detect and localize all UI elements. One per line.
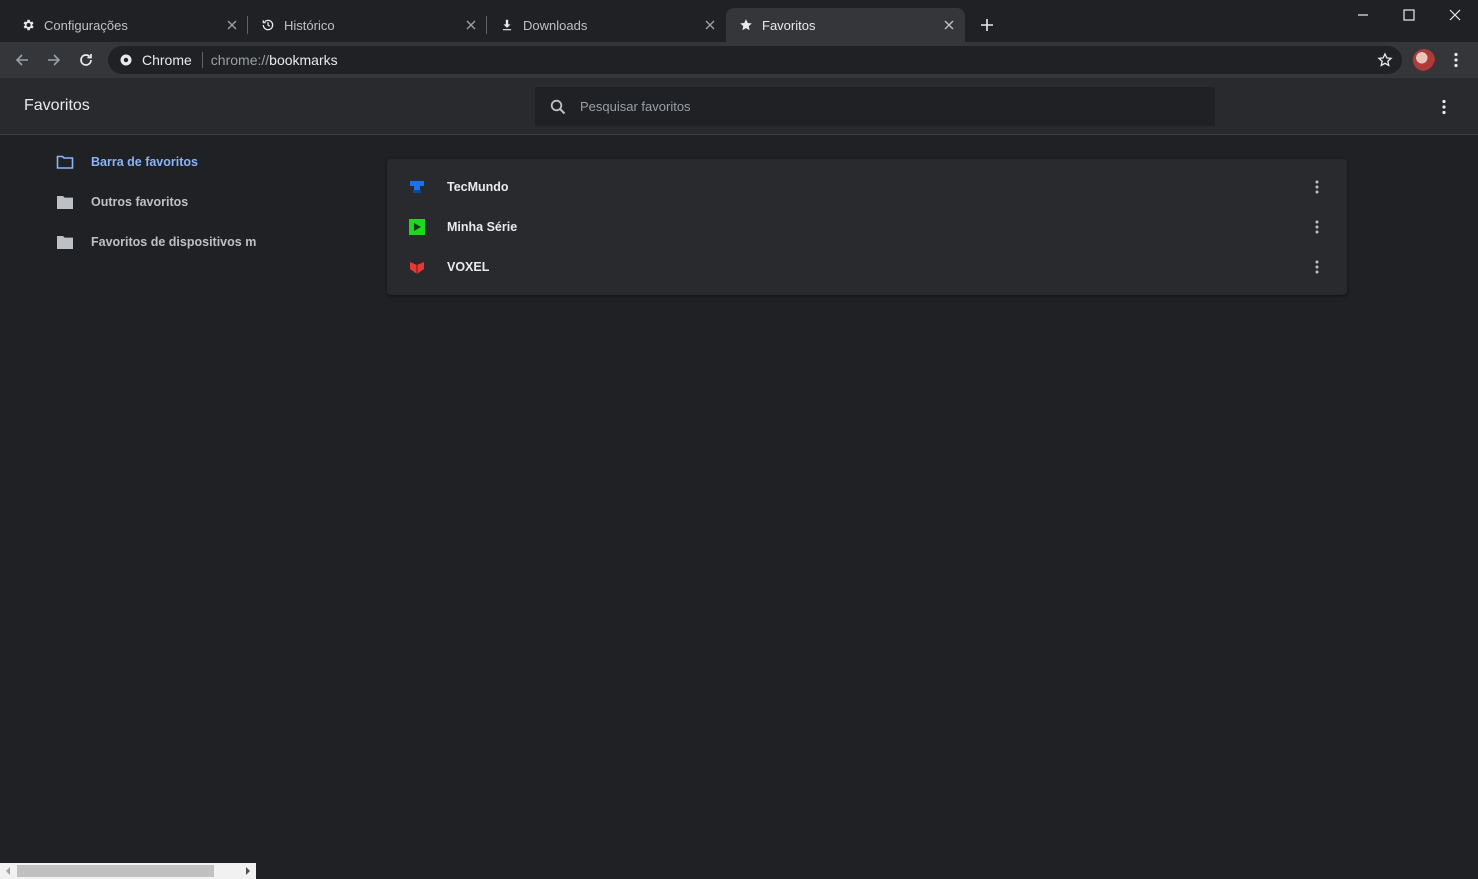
back-button[interactable] <box>8 46 36 74</box>
page-title: Favoritos <box>24 97 90 114</box>
sidebar-item-label: Outros favoritos <box>91 195 189 209</box>
close-icon[interactable] <box>939 15 959 35</box>
more-vert-icon <box>1454 52 1458 68</box>
download-icon <box>499 17 515 33</box>
avatar[interactable] <box>1413 49 1435 71</box>
scrollbar-thumb[interactable] <box>17 865 214 877</box>
address-bar[interactable]: Chrome chrome://bookmarks <box>108 46 1402 74</box>
list-item[interactable]: Minha Série <box>387 207 1347 247</box>
reload-icon <box>80 54 92 66</box>
star-icon <box>738 17 754 33</box>
tab-title: Downloads <box>523 17 588 33</box>
bookmark-menu-button[interactable] <box>1307 177 1327 197</box>
minhaserie-favicon <box>409 219 425 235</box>
folder-icon <box>57 196 73 209</box>
more-vert-icon <box>1315 180 1319 194</box>
horizontal-scrollbar[interactable] <box>0 863 256 879</box>
maximize-icon <box>1403 9 1415 21</box>
tab-title: Configurações <box>44 17 128 33</box>
minimize-button[interactable] <box>1340 0 1386 30</box>
more-vert-icon <box>1442 99 1446 115</box>
folder-icon <box>57 236 73 249</box>
sidebar-item-label: Barra de favoritos <box>91 155 198 169</box>
star-outline-icon <box>1377 52 1393 67</box>
tab-downloads[interactable]: Downloads <box>479 8 726 42</box>
sidebar-item-dispositivos-moveis[interactable]: Favoritos de dispositivos móveis <box>0 222 256 262</box>
close-window-button[interactable] <box>1432 0 1478 30</box>
tab-title: Histórico <box>284 17 335 33</box>
close-icon[interactable] <box>222 15 242 35</box>
bookmark-title: Minha Série <box>447 220 518 234</box>
url-scheme: chrome:// <box>210 52 270 68</box>
sidebar-item-barra-de-favoritos[interactable]: Barra de favoritos <box>0 142 256 182</box>
chrome-icon <box>120 54 132 66</box>
gear-icon <box>20 17 36 33</box>
tab-configuracoes[interactable]: Configurações <box>0 8 248 42</box>
arrow-left-icon <box>15 54 28 66</box>
chrome-menu-button[interactable] <box>1446 50 1466 70</box>
site-label: Chrome <box>142 52 192 68</box>
list-item[interactable]: VOXEL <box>387 247 1347 287</box>
tab-historico[interactable]: Histórico <box>240 8 487 42</box>
scroll-left-icon[interactable] <box>0 863 16 879</box>
url-host: bookmarks <box>269 52 338 68</box>
search-box[interactable] <box>535 87 1215 126</box>
bookmark-menu-button[interactable] <box>1307 217 1327 237</box>
tab-strip: Configurações Histórico Downloads Favori… <box>0 0 1478 42</box>
bookmark-list: TecMundo Minha Série VOXEL <box>387 159 1347 295</box>
tab-title: Favoritos <box>762 17 816 33</box>
reload-button[interactable] <box>72 46 100 74</box>
close-icon <box>1449 9 1461 21</box>
bookmarks-header: Favoritos <box>0 78 1478 135</box>
maximize-button[interactable] <box>1386 0 1432 30</box>
more-vert-icon <box>1315 220 1319 234</box>
tab-favoritos[interactable]: Favoritos <box>726 8 965 42</box>
plus-icon <box>981 19 993 31</box>
close-icon[interactable] <box>461 15 481 35</box>
folder-open-icon <box>56 155 74 169</box>
close-icon[interactable] <box>700 15 720 35</box>
tecmundo-favicon <box>410 181 424 193</box>
browser-toolbar: Chrome chrome://bookmarks <box>0 42 1478 78</box>
list-item[interactable]: TecMundo <box>387 167 1347 207</box>
sidebar-item-outros-favoritos[interactable]: Outros favoritos <box>0 182 256 222</box>
search-input[interactable] <box>580 99 1215 114</box>
arrow-right-icon <box>48 54 61 66</box>
site-chip[interactable]: Chrome <box>120 52 192 68</box>
bookmark-star-button[interactable] <box>1376 51 1394 69</box>
bookmark-title: TecMundo <box>447 180 509 194</box>
url-text[interactable]: chrome://bookmarks <box>211 52 338 68</box>
history-icon <box>260 17 276 33</box>
bookmark-title: VOXEL <box>447 260 490 274</box>
search-icon <box>549 98 567 116</box>
bookmark-menu-button[interactable] <box>1307 257 1327 277</box>
folder-sidebar: Barra de favoritos Outros favoritos Favo… <box>0 135 256 863</box>
sidebar-item-label: Favoritos de dispositivos móveis <box>91 235 256 249</box>
organize-menu-button[interactable] <box>1434 97 1454 117</box>
more-vert-icon <box>1315 260 1319 274</box>
new-tab-button[interactable] <box>976 14 998 36</box>
scroll-right-icon[interactable] <box>240 863 256 879</box>
minimize-icon <box>1358 14 1368 16</box>
omnibox-separator <box>201 52 203 68</box>
forward-button[interactable] <box>40 46 68 74</box>
voxel-favicon <box>410 262 424 274</box>
